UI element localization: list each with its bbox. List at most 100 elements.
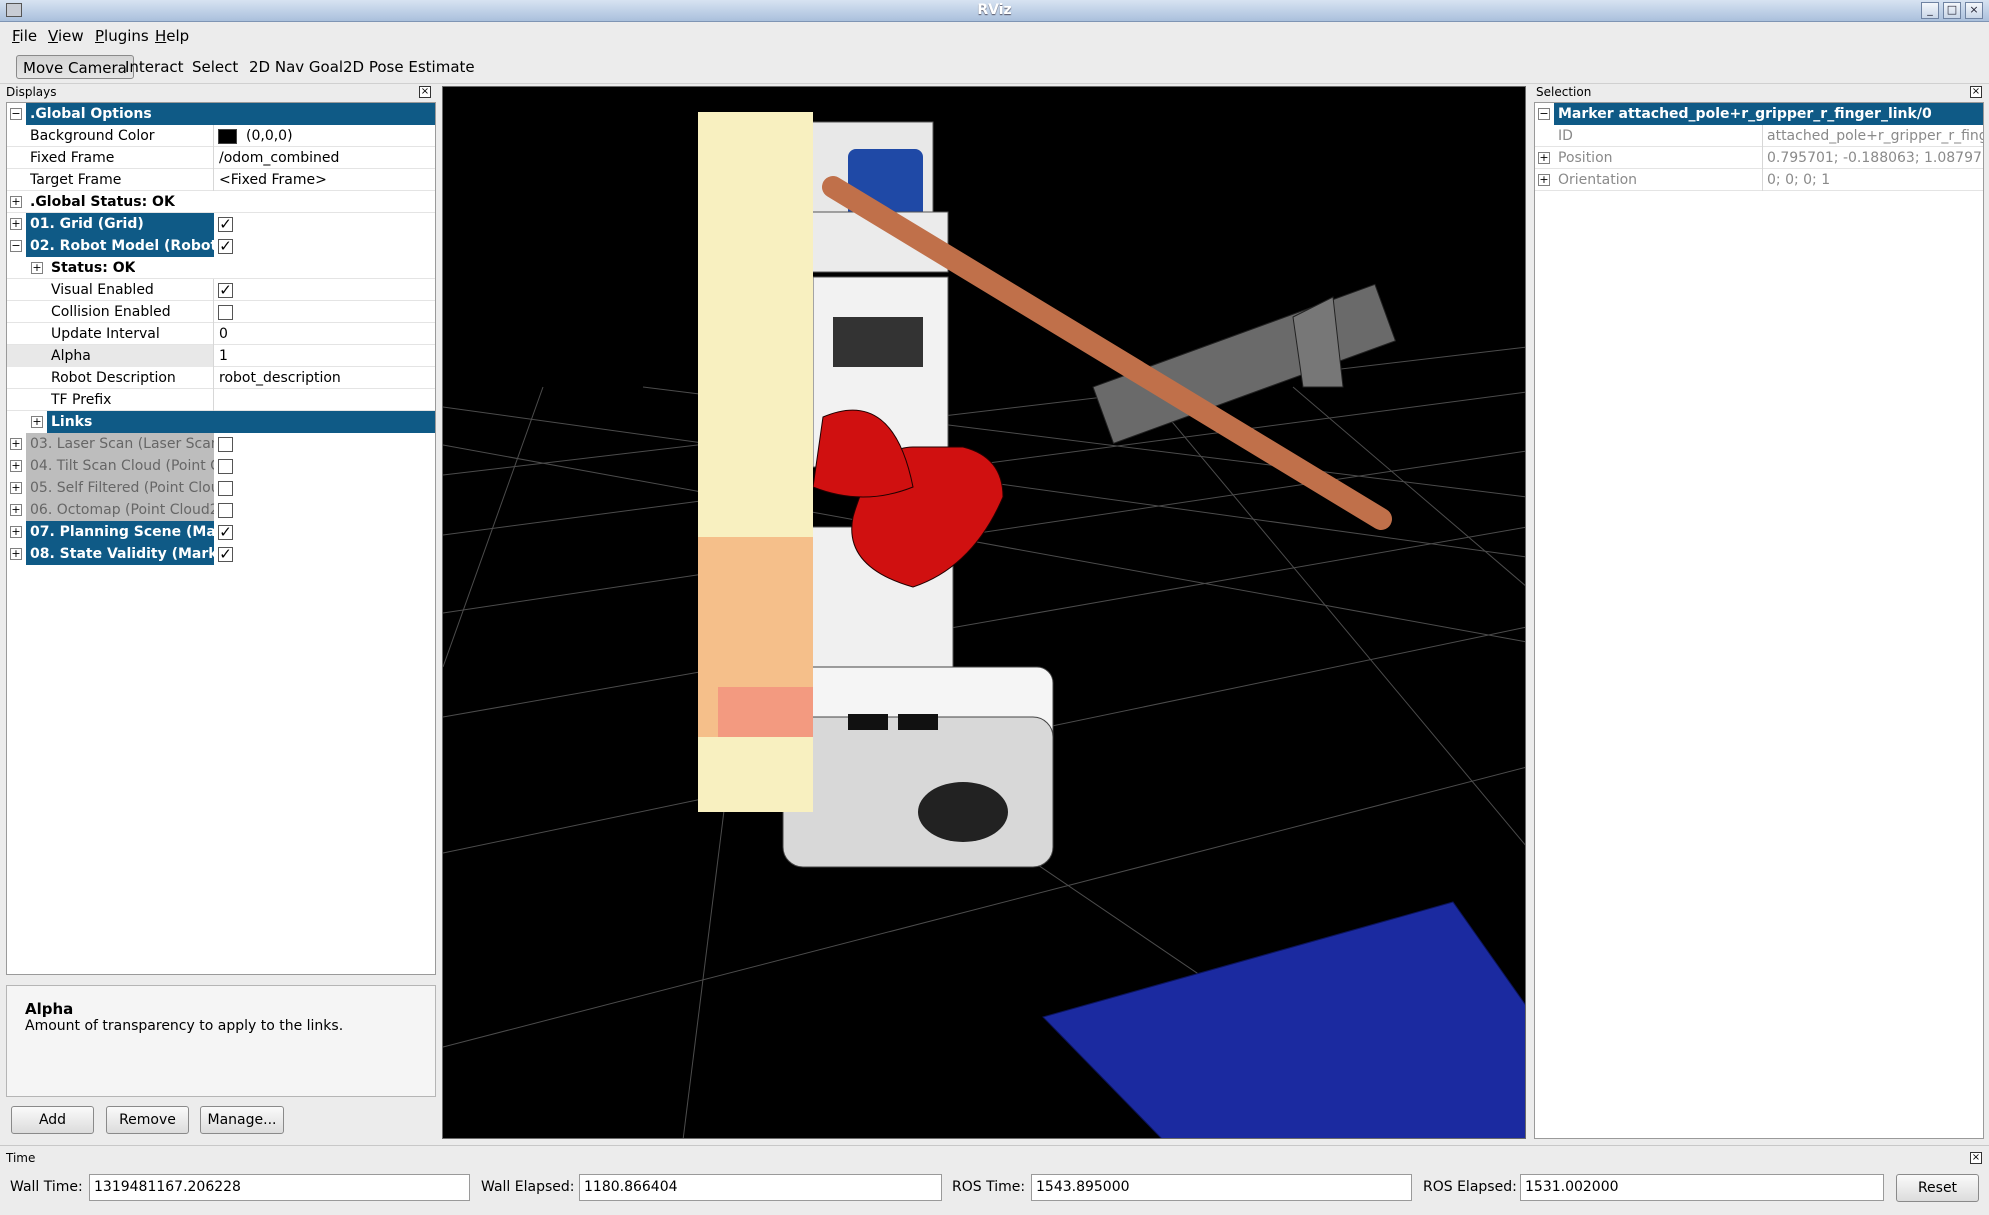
wall-elapsed-field[interactable]: 1180.866404 bbox=[579, 1174, 942, 1201]
prop-marker-id[interactable]: ID attached_pole+r_gripper_r_finger bbox=[1535, 125, 1983, 147]
prop-fixed-frame[interactable]: Fixed Frame /odom_combined bbox=[7, 147, 435, 169]
prop-value: 0.795701; -0.188063; 1.08797 bbox=[1767, 150, 1982, 166]
prop-marker-position[interactable]: + Position 0.795701; -0.188063; 1.08797 bbox=[1535, 147, 1983, 169]
tree-row-self-filtered[interactable]: + 05. Self Filtered (Point Cloud bbox=[7, 477, 435, 499]
scene-render[interactable] bbox=[443, 87, 1526, 1139]
nav-goal-tool[interactable]: 2D Nav Goal bbox=[243, 55, 349, 79]
self-filtered-display-label: 05. Self Filtered (Point Cloud bbox=[26, 477, 214, 499]
prop-value[interactable]: (0,0,0) bbox=[246, 125, 293, 147]
prop-label: Orientation bbox=[1558, 172, 1638, 188]
prop-tf-prefix[interactable]: TF Prefix bbox=[7, 389, 435, 411]
expand-icon[interactable]: + bbox=[31, 416, 43, 428]
remove-button[interactable]: Remove bbox=[106, 1106, 189, 1134]
expand-icon[interactable]: + bbox=[10, 218, 22, 230]
menu-plugins[interactable]: Plugins bbox=[95, 27, 149, 45]
tree-row-state-validity[interactable]: + 08. State Validity (Marke ✓ bbox=[7, 543, 435, 565]
displays-close-icon[interactable]: × bbox=[419, 86, 431, 98]
tree-row-robot-model[interactable]: − 02. Robot Model (Robot ✓ bbox=[7, 235, 435, 257]
maximize-button[interactable]: □ bbox=[1943, 2, 1961, 19]
prop-update-interval[interactable]: Update Interval 0 bbox=[7, 323, 435, 345]
render-viewport[interactable] bbox=[442, 86, 1526, 1139]
tool-bar: Move Camera Interact Select 2D Nav Goal … bbox=[0, 48, 1989, 84]
menu-help-label: elp bbox=[166, 27, 190, 45]
collapse-icon[interactable]: − bbox=[10, 240, 22, 252]
tree-row-tilt-scan[interactable]: + 04. Tilt Scan Cloud (Point Cl bbox=[7, 455, 435, 477]
prop-collision-enabled[interactable]: Collision Enabled bbox=[7, 301, 435, 323]
octomap-enabled-checkbox[interactable] bbox=[218, 503, 233, 518]
menu-file[interactable]: File bbox=[12, 27, 37, 45]
self-filtered-enabled-checkbox[interactable] bbox=[218, 481, 233, 496]
collapse-icon[interactable]: − bbox=[10, 108, 22, 120]
prop-value[interactable]: 0 bbox=[219, 323, 228, 345]
prop-alpha[interactable]: Alpha 1 bbox=[7, 345, 435, 367]
wall-elapsed-label: Wall Elapsed: bbox=[481, 1179, 575, 1195]
prop-target-frame[interactable]: Target Frame <Fixed Frame> bbox=[7, 169, 435, 191]
tree-row-laser-scan[interactable]: + 03. Laser Scan (Laser Scan) bbox=[7, 433, 435, 455]
prop-value[interactable]: 1 bbox=[219, 345, 228, 367]
collision-enabled-checkbox[interactable] bbox=[218, 305, 233, 320]
select-tool[interactable]: Select bbox=[186, 55, 244, 79]
tree-row-grid[interactable]: + 01. Grid (Grid) ✓ bbox=[7, 213, 435, 235]
visual-enabled-checkbox[interactable]: ✓ bbox=[218, 283, 233, 298]
prop-marker-orientation[interactable]: + Orientation 0; 0; 0; 1 bbox=[1535, 169, 1983, 191]
ros-elapsed-field[interactable]: 1531.002000 bbox=[1520, 1174, 1884, 1201]
color-swatch[interactable] bbox=[218, 129, 237, 144]
expand-icon[interactable]: + bbox=[10, 526, 22, 538]
wall-time-field[interactable]: 1319481167.206228 bbox=[89, 1174, 470, 1201]
tree-row-status[interactable]: + Status: OK bbox=[7, 257, 435, 279]
menu-view[interactable]: View bbox=[48, 27, 84, 45]
time-panel-title: Time bbox=[6, 1151, 36, 1165]
prop-robot-description[interactable]: Robot Description robot_description bbox=[7, 367, 435, 389]
prop-label: Target Frame bbox=[30, 172, 122, 188]
collapse-icon[interactable]: − bbox=[1538, 108, 1550, 120]
planning-scene-enabled-checkbox[interactable]: ✓ bbox=[218, 525, 233, 540]
prop-label: Robot Description bbox=[51, 370, 176, 386]
ros-time-field[interactable]: 1543.895000 bbox=[1031, 1174, 1412, 1201]
expand-icon[interactable]: + bbox=[10, 548, 22, 560]
prop-label: Background Color bbox=[30, 128, 155, 144]
interact-tool[interactable]: Interact bbox=[119, 55, 190, 79]
prop-value: attached_pole+r_gripper_r_finger bbox=[1767, 128, 1983, 144]
minimize-button[interactable]: _ bbox=[1921, 2, 1939, 19]
reset-button[interactable]: Reset bbox=[1896, 1174, 1979, 1202]
expand-icon[interactable]: + bbox=[31, 262, 43, 274]
expand-icon[interactable]: + bbox=[10, 196, 22, 208]
tree-row-global-options[interactable]: − .Global Options bbox=[7, 103, 435, 125]
prop-value[interactable]: /odom_combined bbox=[219, 147, 339, 169]
menu-plugins-label: lugins bbox=[104, 27, 149, 45]
pose-estimate-tool[interactable]: 2D Pose Estimate bbox=[337, 55, 481, 79]
robot-model-enabled-checkbox[interactable]: ✓ bbox=[218, 239, 233, 254]
tree-row-links[interactable]: + Links bbox=[7, 411, 435, 433]
menu-bar: File View Plugins Help bbox=[0, 22, 1989, 48]
blue-floor-cells bbox=[1042, 901, 1525, 1138]
robot-body bbox=[782, 121, 1397, 868]
selection-close-icon[interactable]: × bbox=[1970, 86, 1982, 98]
expand-icon[interactable]: + bbox=[10, 438, 22, 450]
prop-value: 0; 0; 0; 1 bbox=[1767, 172, 1831, 188]
tree-row-planning-scene[interactable]: + 07. Planning Scene (Mar ✓ bbox=[7, 521, 435, 543]
tree-row-global-status[interactable]: + .Global Status: OK bbox=[7, 191, 435, 213]
laser-scan-enabled-checkbox[interactable] bbox=[218, 437, 233, 452]
menu-help[interactable]: Help bbox=[155, 27, 189, 45]
tree-row-octomap[interactable]: + 06. Octomap (Point Cloud2) bbox=[7, 499, 435, 521]
prop-value[interactable]: <Fixed Frame> bbox=[219, 169, 327, 191]
planning-scene-display-label: 07. Planning Scene (Mar bbox=[26, 521, 214, 543]
menu-file-mnemonic: F bbox=[12, 27, 20, 45]
expand-icon[interactable]: + bbox=[10, 504, 22, 516]
move-camera-tool[interactable]: Move Camera bbox=[16, 55, 134, 79]
help-title: Alpha bbox=[25, 1000, 74, 1018]
prop-background-color[interactable]: Background Color (0,0,0) bbox=[7, 125, 435, 147]
add-button[interactable]: Add bbox=[11, 1106, 94, 1134]
prop-visual-enabled[interactable]: Visual Enabled ✓ bbox=[7, 279, 435, 301]
close-button[interactable]: × bbox=[1965, 2, 1983, 19]
time-close-icon[interactable]: × bbox=[1970, 1152, 1982, 1164]
tilt-scan-enabled-checkbox[interactable] bbox=[218, 459, 233, 474]
expand-icon[interactable]: + bbox=[10, 460, 22, 472]
grid-enabled-checkbox[interactable]: ✓ bbox=[218, 217, 233, 232]
prop-value[interactable]: robot_description bbox=[219, 367, 341, 389]
manage-button[interactable]: Manage... bbox=[200, 1106, 284, 1134]
wall-time-label: Wall Time: bbox=[10, 1179, 83, 1195]
state-validity-enabled-checkbox[interactable]: ✓ bbox=[218, 547, 233, 562]
expand-icon[interactable]: + bbox=[10, 482, 22, 494]
tree-row-selected-marker[interactable]: − Marker attached_pole+r_gripper_r_finge… bbox=[1535, 103, 1983, 125]
